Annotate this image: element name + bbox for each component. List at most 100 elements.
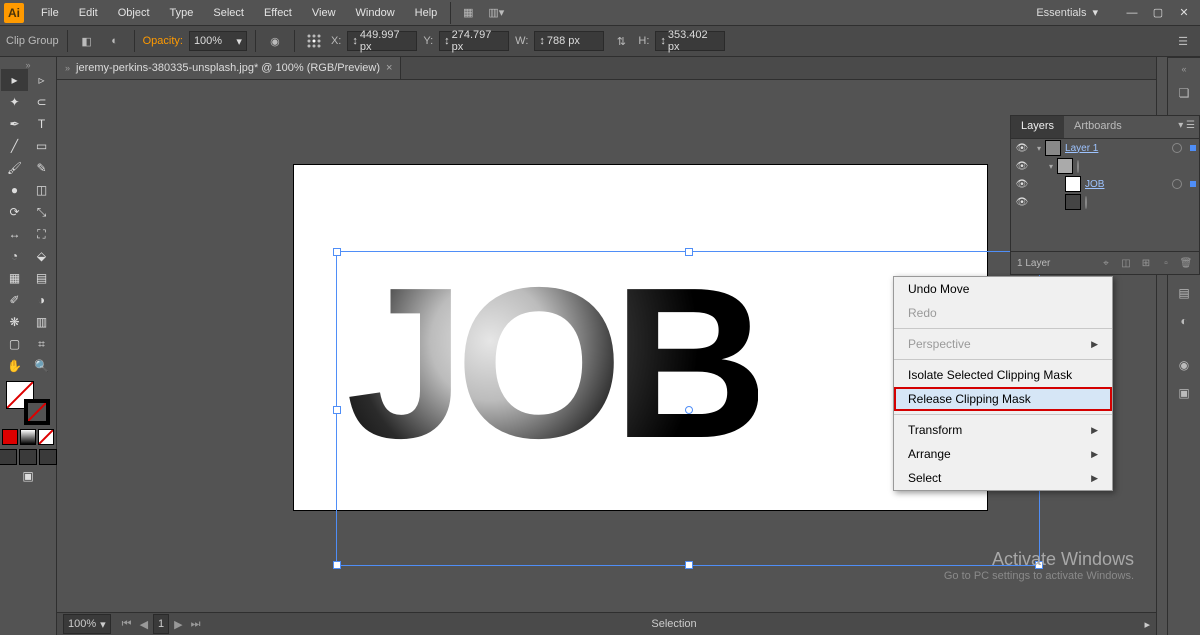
- cm-release-clipping-mask[interactable]: Release Clipping Mask: [894, 387, 1112, 411]
- layer-name[interactable]: JOB: [1085, 179, 1104, 190]
- panel-menu-icon[interactable]: ▾ ☰: [1178, 120, 1195, 131]
- arrange-docs-icon[interactable]: ▥▾: [485, 2, 507, 24]
- layer-row[interactable]: 👁 ▾ Layer 1: [1011, 139, 1199, 157]
- menu-object[interactable]: Object: [109, 4, 159, 22]
- target-icon[interactable]: [1172, 179, 1182, 189]
- opacity-input[interactable]: 100%▾: [189, 31, 247, 51]
- layer-name[interactable]: Layer 1: [1065, 143, 1098, 154]
- target-icon[interactable]: [1172, 143, 1182, 153]
- nav-last-icon[interactable]: ⏭: [188, 618, 204, 631]
- eraser-tool[interactable]: ◫: [28, 179, 55, 201]
- app-logo[interactable]: Ai: [4, 3, 24, 23]
- rotate-tool[interactable]: ⟳: [1, 201, 28, 223]
- zoom-input[interactable]: 100%▾: [63, 614, 111, 634]
- artboards-tab[interactable]: Artboards: [1064, 116, 1132, 138]
- nav-next-icon[interactable]: ▶: [171, 618, 185, 631]
- cm-transform[interactable]: Transform▶: [894, 418, 1112, 442]
- cm-isolate[interactable]: Isolate Selected Clipping Mask: [894, 363, 1112, 387]
- canvas[interactable]: JOB Undo Move Redo Perspective▶: [57, 80, 1156, 612]
- target-icon[interactable]: [1085, 196, 1087, 209]
- width-tool[interactable]: ↔: [1, 223, 28, 245]
- visibility-icon[interactable]: 👁: [1015, 159, 1029, 173]
- scale-tool[interactable]: ⤡: [28, 201, 55, 223]
- layer-row[interactable]: 👁: [1011, 193, 1199, 211]
- menu-view[interactable]: View: [303, 4, 345, 22]
- visibility-icon[interactable]: 👁: [1015, 141, 1029, 155]
- screen-mode-tool[interactable]: ▣: [22, 469, 33, 483]
- rectangle-tool[interactable]: ▭: [28, 135, 55, 157]
- new-sublayer-icon[interactable]: ⊞: [1139, 256, 1153, 270]
- free-transform-tool[interactable]: ⛶: [28, 223, 55, 245]
- type-tool[interactable]: T: [28, 113, 55, 135]
- y-input[interactable]: ↕274.797 px: [439, 31, 509, 51]
- hand-tool[interactable]: ✋: [1, 355, 28, 377]
- none-mode-swatch[interactable]: [38, 429, 54, 445]
- visibility-icon[interactable]: 👁: [1015, 177, 1029, 191]
- transparency-panel-icon[interactable]: ◐: [1175, 312, 1193, 330]
- nav-first-icon[interactable]: ⏮: [119, 618, 135, 631]
- selection-tool[interactable]: ▸: [1, 69, 28, 91]
- color-mode-swatch[interactable]: [2, 429, 18, 445]
- lasso-tool[interactable]: ⊂: [28, 91, 55, 113]
- blend-tool[interactable]: ◑: [28, 289, 55, 311]
- layer-row[interactable]: 👁▾: [1011, 157, 1199, 175]
- pencil-tool[interactable]: ✎: [28, 157, 55, 179]
- graphic-styles-icon[interactable]: ▣: [1175, 384, 1193, 402]
- mesh-tool[interactable]: ▦: [1, 267, 28, 289]
- gradient-tool[interactable]: ▤: [28, 267, 55, 289]
- menu-effect[interactable]: Effect: [255, 4, 301, 22]
- draw-behind[interactable]: [19, 449, 37, 465]
- layer-row[interactable]: 👁 JOB: [1011, 175, 1199, 193]
- gradient-panel-icon[interactable]: ▤: [1175, 284, 1193, 302]
- close-tab-icon[interactable]: ×: [386, 62, 392, 74]
- menu-edit[interactable]: Edit: [70, 4, 107, 22]
- new-layer-icon[interactable]: ▫: [1159, 256, 1173, 270]
- menu-type[interactable]: Type: [161, 4, 203, 22]
- target-icon[interactable]: [1077, 160, 1079, 173]
- artboard-number-input[interactable]: 1: [153, 614, 169, 634]
- close-button[interactable]: ✕: [1172, 4, 1196, 22]
- cm-arrange[interactable]: Arrange▶: [894, 442, 1112, 466]
- menu-window[interactable]: Window: [347, 4, 404, 22]
- workspace-switcher[interactable]: Essentials ▾: [1026, 3, 1108, 22]
- handle-bl[interactable]: [333, 561, 341, 569]
- edit-mask-icon[interactable]: ◐: [104, 30, 126, 52]
- artboard-nav[interactable]: ⏮ ◀ 1 ▶ ⏭: [119, 614, 204, 634]
- handle-bm[interactable]: [685, 561, 693, 569]
- status-menu-icon[interactable]: ▸: [1144, 618, 1150, 631]
- edit-contents-icon[interactable]: ◧: [76, 30, 98, 52]
- maximize-button[interactable]: ▢: [1146, 4, 1170, 22]
- pen-tool[interactable]: ✒: [1, 113, 28, 135]
- menu-select[interactable]: Select: [204, 4, 253, 22]
- line-tool[interactable]: ╱: [1, 135, 28, 157]
- slice-tool[interactable]: ⌗: [28, 333, 55, 355]
- link-wh-icon[interactable]: ⇅: [610, 30, 632, 52]
- delete-layer-icon[interactable]: 🗑: [1179, 256, 1193, 270]
- direct-selection-tool[interactable]: ▹: [28, 69, 55, 91]
- color-panel-icon[interactable]: ❏: [1175, 84, 1193, 102]
- expand-icon[interactable]: ▾: [1037, 144, 1041, 153]
- magic-wand-tool[interactable]: ✦: [1, 91, 28, 113]
- recolor-icon[interactable]: ◉: [264, 30, 286, 52]
- paintbrush-tool[interactable]: 🖌: [1, 157, 28, 179]
- ref-point-icon[interactable]: [303, 30, 325, 52]
- dock-collapse-icon[interactable]: «: [1181, 64, 1186, 74]
- menu-help[interactable]: Help: [406, 4, 447, 22]
- make-clip-icon[interactable]: ◫: [1119, 256, 1133, 270]
- x-input[interactable]: ↕449.997 px: [347, 31, 417, 51]
- cm-select[interactable]: Select▶: [894, 466, 1112, 490]
- bridge-icon[interactable]: ▦: [457, 2, 479, 24]
- controlbar-menu-icon[interactable]: ☰: [1172, 30, 1194, 52]
- h-input[interactable]: ↕353.402 px: [655, 31, 725, 51]
- graph-tool[interactable]: ▥: [28, 311, 55, 333]
- locate-object-icon[interactable]: ⌖: [1099, 256, 1113, 270]
- stroke-swatch[interactable]: [24, 399, 50, 425]
- artboard-tool[interactable]: ▢: [1, 333, 28, 355]
- fill-stroke-control[interactable]: [6, 381, 50, 425]
- draw-normal[interactable]: [0, 449, 17, 465]
- nav-prev-icon[interactable]: ◀: [137, 618, 151, 631]
- minimize-button[interactable]: —: [1120, 4, 1144, 22]
- perspective-tool[interactable]: ⬙: [28, 245, 55, 267]
- tools-collapse-icon[interactable]: »: [25, 61, 30, 69]
- symbol-sprayer-tool[interactable]: ❋: [1, 311, 28, 333]
